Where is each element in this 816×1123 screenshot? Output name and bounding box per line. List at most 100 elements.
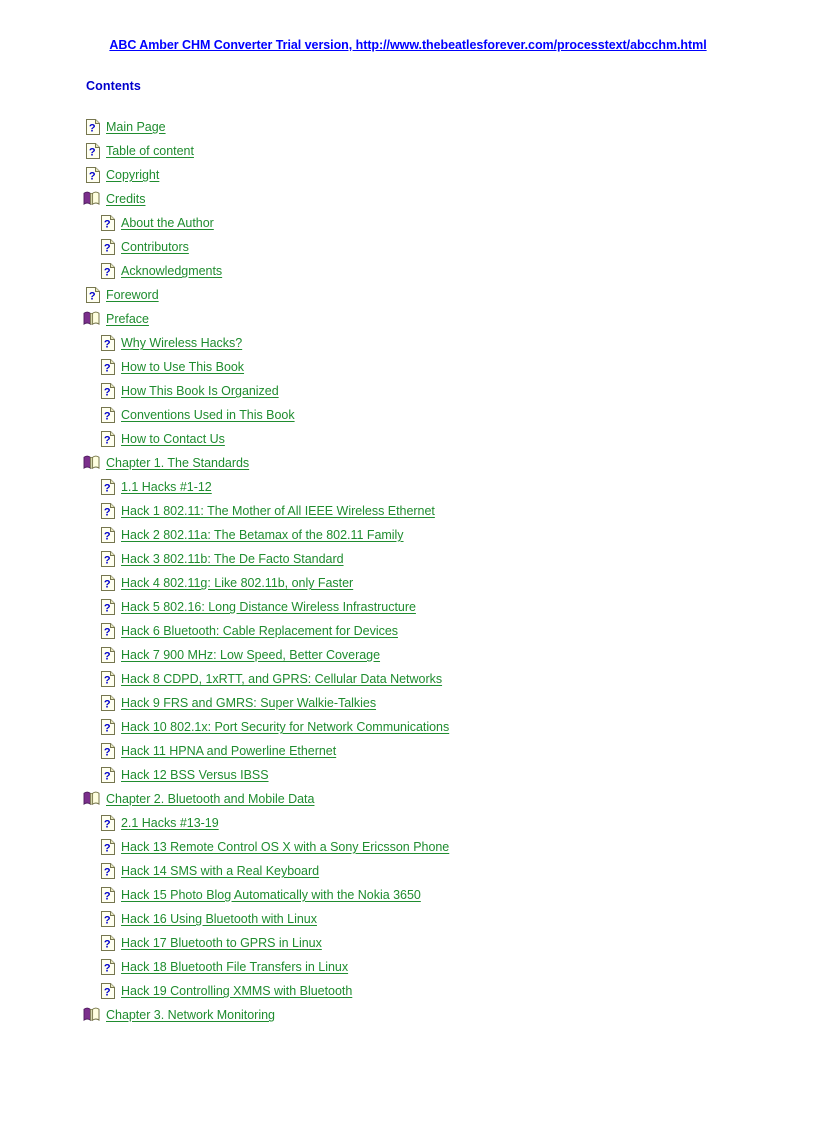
toc-entry[interactable]: Chapter 2. Bluetooth and Mobile Data	[0, 788, 816, 812]
toc-entry[interactable]: ? About the Author	[0, 212, 816, 236]
toc-entry[interactable]: ? How to Use This Book	[0, 356, 816, 380]
toc-entry[interactable]: Credits	[0, 188, 816, 212]
page-question-icon: ?	[101, 695, 118, 711]
toc-entry-label[interactable]: Main Page	[106, 116, 166, 138]
svg-text:?: ?	[104, 339, 111, 351]
page-question-icon: ?	[101, 767, 118, 783]
toc-entry-label[interactable]: Hack 16 Using Bluetooth with Linux	[121, 908, 317, 930]
page-title: Contents	[86, 79, 141, 93]
toc-entry-label[interactable]: Hack 6 Bluetooth: Cable Replacement for …	[121, 620, 398, 642]
open-book-icon	[83, 1007, 100, 1023]
toc-entry[interactable]: ? Why Wireless Hacks?	[0, 332, 816, 356]
page-question-icon: ?	[101, 263, 118, 279]
toc-entry-label[interactable]: Hack 15 Photo Blog Automatically with th…	[121, 884, 421, 906]
page-question-icon: ?	[101, 935, 118, 951]
toc-entry-label[interactable]: Hack 4 802.11g: Like 802.11b, only Faste…	[121, 572, 353, 594]
toc-entry-label[interactable]: How This Book Is Organized	[121, 380, 279, 402]
toc-entry-label[interactable]: Hack 7 900 MHz: Low Speed, Better Covera…	[121, 644, 380, 666]
toc-entry[interactable]: ? Contributors	[0, 236, 816, 260]
toc-entry-label[interactable]: Conventions Used in This Book	[121, 404, 295, 426]
toc-entry-label[interactable]: Table of content	[106, 140, 194, 162]
toc-entry[interactable]: ? Hack 13 Remote Control OS X with a Sony…	[0, 836, 816, 860]
toc-entry-label[interactable]: Hack 3 802.11b: The De Facto Standard	[121, 548, 344, 570]
toc-entry[interactable]: Chapter 3. Network Monitoring	[0, 1004, 816, 1028]
toc-entry[interactable]: ? 1.1 Hacks #1-12	[0, 476, 816, 500]
toc-entry-label[interactable]: Hack 11 HPNA and Powerline Ethernet	[121, 740, 336, 762]
toc-entry-label[interactable]: Copyright	[106, 164, 159, 186]
toc-entry[interactable]: ? Hack 2 802.11a: The Betamax of the 802.…	[0, 524, 816, 548]
toc-entry[interactable]: ? How This Book Is Organized	[0, 380, 816, 404]
toc-entry-label[interactable]: 1.1 Hacks #1-12	[121, 476, 212, 498]
toc-entry-label[interactable]: Hack 2 802.11a: The Betamax of the 802.1…	[121, 524, 404, 546]
toc-entry[interactable]: ? Hack 15 Photo Blog Automatically with t…	[0, 884, 816, 908]
toc-entry-label[interactable]: Chapter 1. The Standards	[106, 452, 249, 474]
svg-text:?: ?	[104, 675, 111, 687]
toc-entry-label[interactable]: 2.1 Hacks #13-19	[121, 812, 219, 834]
toc-entry-label[interactable]: Acknowledgments	[121, 260, 222, 282]
toc-entry-label[interactable]: Hack 12 BSS Versus IBSS	[121, 764, 269, 786]
toc-entry[interactable]: ? Hack 9 FRS and GMRS: Super Walkie-Talki…	[0, 692, 816, 716]
toc-entry[interactable]: ? Main Page	[0, 116, 816, 140]
toc-entry[interactable]: ? Hack 5 802.16: Long Distance Wireless I…	[0, 596, 816, 620]
svg-text:?: ?	[104, 723, 111, 735]
svg-text:?: ?	[104, 867, 111, 879]
page-question-icon: ?	[101, 503, 118, 519]
toc-entry-label[interactable]: Hack 9 FRS and GMRS: Super Walkie-Talkie…	[121, 692, 376, 714]
svg-text:?: ?	[104, 363, 111, 375]
toc-entry[interactable]: Chapter 1. The Standards	[0, 452, 816, 476]
page-question-icon: ?	[86, 167, 103, 183]
toc-entry-label[interactable]: Foreword	[106, 284, 159, 306]
toc-entry-label[interactable]: Hack 10 802.1x: Port Security for Networ…	[121, 716, 449, 738]
toc-entry[interactable]: ? Conventions Used in This Book	[0, 404, 816, 428]
toc-entry-label[interactable]: Hack 5 802.16: Long Distance Wireless In…	[121, 596, 416, 618]
svg-text:?: ?	[104, 267, 111, 279]
toc-entry[interactable]: ? Hack 12 BSS Versus IBSS	[0, 764, 816, 788]
toc-entry[interactable]: ? 2.1 Hacks #13-19	[0, 812, 816, 836]
toc-entry-label[interactable]: How to Use This Book	[121, 356, 244, 378]
toc-entry[interactable]: Preface	[0, 308, 816, 332]
toc-entry[interactable]: ? Hack 11 HPNA and Powerline Ethernet	[0, 740, 816, 764]
svg-text:?: ?	[104, 411, 111, 423]
toc-entry-label[interactable]: Credits	[106, 188, 145, 210]
toc-entry[interactable]: ? Hack 1 802.11: The Mother of All IEEE W…	[0, 500, 816, 524]
toc-entry-label[interactable]: Hack 19 Controlling XMMS with Bluetooth	[121, 980, 352, 1002]
toc-entry[interactable]: ? Hack 14 SMS with a Real Keyboard	[0, 860, 816, 884]
toc-entry-label[interactable]: About the Author	[121, 212, 214, 234]
toc-entry[interactable]: ? Acknowledgments	[0, 260, 816, 284]
toc-entry[interactable]: ? Foreword	[0, 284, 816, 308]
toc-entry-label[interactable]: How to Contact Us	[121, 428, 225, 450]
toc-entry-label[interactable]: Chapter 3. Network Monitoring	[106, 1004, 275, 1026]
svg-text:?: ?	[104, 243, 111, 255]
toc-entry[interactable]: ? Hack 3 802.11b: The De Facto Standard	[0, 548, 816, 572]
toc-entry[interactable]: ? Table of content	[0, 140, 816, 164]
toc-entry-label[interactable]: Hack 17 Bluetooth to GPRS in Linux	[121, 932, 322, 954]
page-question-icon: ?	[86, 143, 103, 159]
toc-entry-label[interactable]: Hack 18 Bluetooth File Transfers in Linu…	[121, 956, 348, 978]
svg-text:?: ?	[104, 843, 111, 855]
toc-entry-label[interactable]: Hack 13 Remote Control OS X with a Sony …	[121, 836, 449, 858]
toc-entry[interactable]: ? Hack 16 Using Bluetooth with Linux	[0, 908, 816, 932]
svg-text:?: ?	[104, 435, 111, 447]
toc-entry[interactable]: ? Hack 10 802.1x: Port Security for Netwo…	[0, 716, 816, 740]
toc-entry[interactable]: ? How to Contact Us	[0, 428, 816, 452]
toc-entry[interactable]: ? Hack 6 Bluetooth: Cable Replacement for…	[0, 620, 816, 644]
toc-entry[interactable]: ? Hack 8 CDPD, 1xRTT, and GPRS: Cellular …	[0, 668, 816, 692]
trial-version-link[interactable]: ABC Amber CHM Converter Trial version, h…	[109, 38, 706, 52]
toc-entry[interactable]: ? Copyright	[0, 164, 816, 188]
toc-entry-label[interactable]: Chapter 2. Bluetooth and Mobile Data	[106, 788, 314, 810]
page-question-icon: ?	[101, 215, 118, 231]
svg-text:?: ?	[104, 987, 111, 999]
toc-entry[interactable]: ? Hack 18 Bluetooth File Transfers in Lin…	[0, 956, 816, 980]
toc-entry[interactable]: ? Hack 19 Controlling XMMS with Bluetooth	[0, 980, 816, 1004]
toc-entry-label[interactable]: Hack 14 SMS with a Real Keyboard	[121, 860, 319, 882]
toc-entry-label[interactable]: Why Wireless Hacks?	[121, 332, 242, 354]
toc-entry-label[interactable]: Contributors	[121, 236, 189, 258]
page-question-icon: ?	[101, 599, 118, 615]
toc-entry[interactable]: ? Hack 17 Bluetooth to GPRS in Linux	[0, 932, 816, 956]
toc-entry-label[interactable]: Hack 1 802.11: The Mother of All IEEE Wi…	[121, 500, 435, 522]
toc-entry-label[interactable]: Hack 8 CDPD, 1xRTT, and GPRS: Cellular D…	[121, 668, 442, 690]
toc-entry-label[interactable]: Preface	[106, 308, 149, 330]
svg-text:?: ?	[104, 483, 111, 495]
toc-entry[interactable]: ? Hack 4 802.11g: Like 802.11b, only Fast…	[0, 572, 816, 596]
toc-entry[interactable]: ? Hack 7 900 MHz: Low Speed, Better Cover…	[0, 644, 816, 668]
